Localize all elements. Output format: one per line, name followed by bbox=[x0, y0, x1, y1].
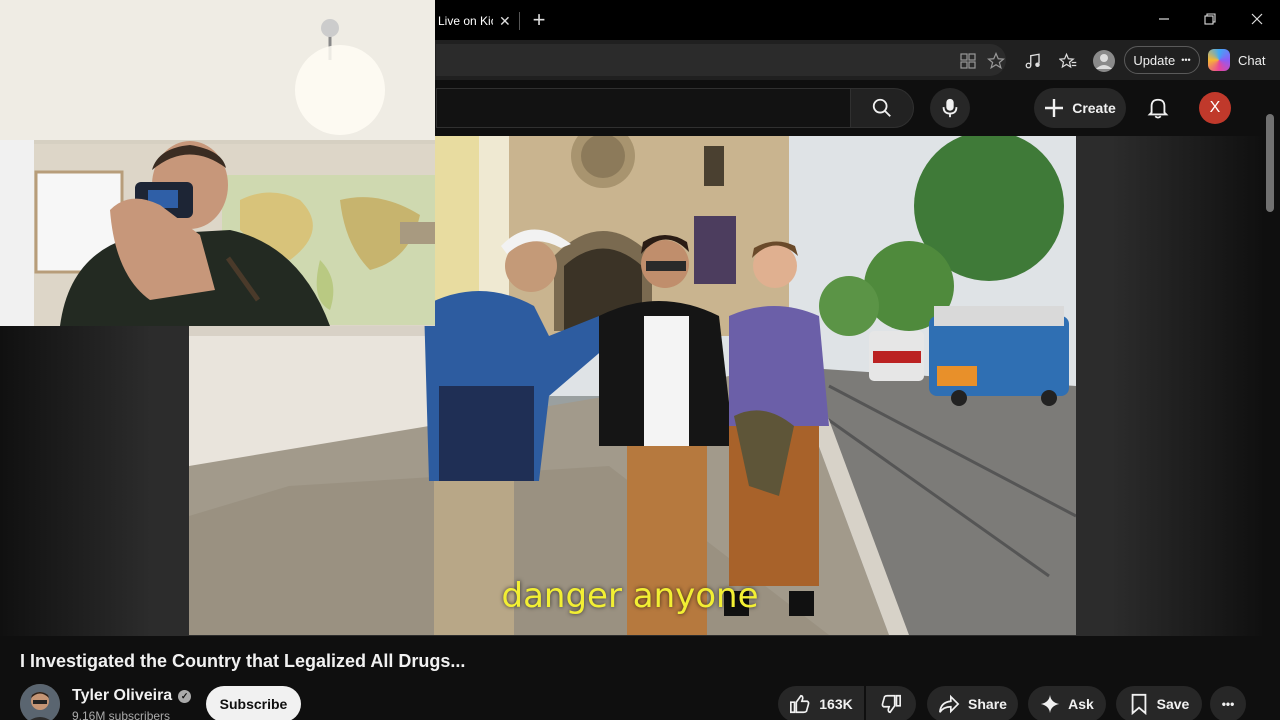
subscribe-button[interactable]: Subscribe bbox=[206, 686, 301, 720]
channel-name[interactable]: Tyler Oliveira ✓ bbox=[72, 687, 192, 705]
like-button[interactable]: 163K bbox=[778, 686, 864, 720]
browser-tab[interactable]: Live on Kick ✕ bbox=[436, 6, 518, 36]
create-button[interactable]: Create bbox=[1034, 88, 1126, 128]
tab-divider bbox=[519, 12, 520, 30]
webcam-overlay bbox=[0, 0, 435, 326]
save-button[interactable]: Save bbox=[1116, 686, 1202, 720]
notifications-button[interactable] bbox=[1144, 94, 1172, 122]
tab-close-icon[interactable]: ✕ bbox=[499, 13, 511, 30]
channel-name-text: Tyler Oliveira bbox=[72, 687, 173, 704]
thumbs-up-icon bbox=[790, 694, 810, 714]
profile-icon[interactable] bbox=[1091, 48, 1117, 74]
restore-icon[interactable] bbox=[1196, 8, 1224, 32]
search-button[interactable] bbox=[850, 88, 914, 128]
like-count: 163K bbox=[819, 696, 853, 712]
favorite-star-icon[interactable] bbox=[983, 48, 1009, 74]
search-input[interactable] bbox=[436, 88, 850, 128]
sparkle-icon bbox=[1040, 694, 1060, 714]
app-grid-icon[interactable] bbox=[955, 48, 981, 74]
share-label: Share bbox=[968, 696, 1007, 712]
bell-icon bbox=[1147, 98, 1169, 119]
video-title: I Investigated the Country that Legalize… bbox=[20, 651, 466, 671]
more-dots-icon: ••• bbox=[1181, 55, 1191, 65]
more-actions-button[interactable]: ••• bbox=[1210, 686, 1246, 720]
share-icon bbox=[939, 694, 960, 714]
copilot-chat-button[interactable]: Chat bbox=[1208, 46, 1272, 74]
chat-label: Chat bbox=[1238, 52, 1266, 68]
search-icon bbox=[872, 98, 891, 117]
channel-avatar[interactable] bbox=[20, 684, 60, 720]
account-avatar[interactable]: X bbox=[1199, 92, 1231, 124]
ask-label: Ask bbox=[1068, 696, 1094, 712]
video-subtitle: danger anyone bbox=[501, 576, 759, 616]
create-label: Create bbox=[1072, 100, 1116, 116]
share-button[interactable]: Share bbox=[927, 686, 1018, 720]
screen: Live on Kick ✕ + Update ••• Chat bbox=[0, 0, 1280, 720]
verified-badge-icon: ✓ bbox=[178, 689, 192, 703]
voice-search-button[interactable] bbox=[930, 88, 970, 128]
thumbs-down-icon bbox=[881, 694, 901, 714]
ask-button[interactable]: Ask bbox=[1028, 686, 1106, 720]
media-control-icon[interactable] bbox=[1020, 48, 1046, 74]
close-window-icon[interactable] bbox=[1243, 8, 1271, 32]
tab-title: Live on Kick bbox=[438, 14, 493, 28]
webcam-scene bbox=[0, 0, 435, 326]
scrollbar-thumb[interactable] bbox=[1266, 114, 1274, 212]
bookmark-icon bbox=[1131, 693, 1146, 715]
copilot-icon bbox=[1208, 49, 1230, 71]
dislike-button[interactable] bbox=[866, 686, 916, 720]
minimize-icon[interactable] bbox=[1150, 8, 1178, 32]
favorites-icon[interactable] bbox=[1055, 48, 1081, 74]
plus-icon bbox=[1045, 99, 1064, 117]
microphone-icon bbox=[942, 98, 958, 118]
new-tab-button[interactable]: + bbox=[527, 6, 551, 34]
save-label: Save bbox=[1156, 696, 1190, 712]
update-button[interactable]: Update ••• bbox=[1124, 46, 1200, 74]
update-label: Update bbox=[1133, 52, 1176, 68]
subscriber-count: 9.16M subscribers bbox=[72, 709, 171, 720]
address-bar[interactable] bbox=[436, 44, 1006, 76]
